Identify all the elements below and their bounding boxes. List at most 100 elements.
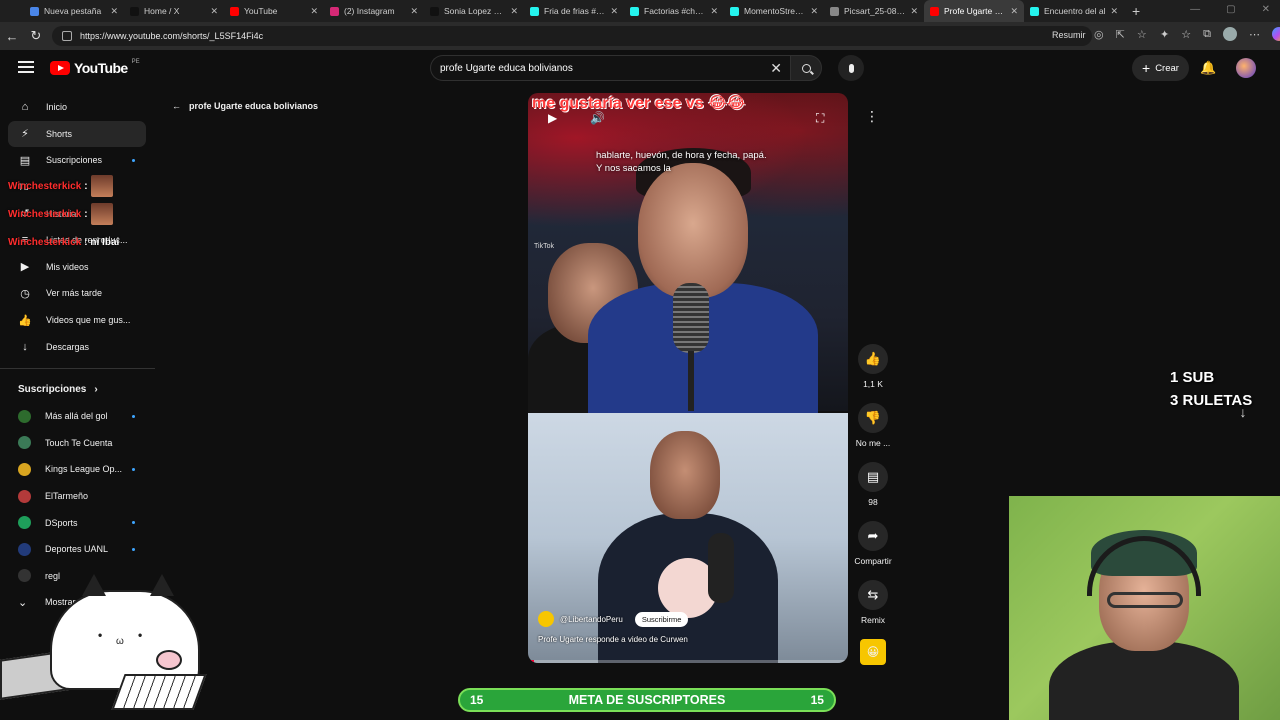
fullscreen-icon[interactable]: ⛶ xyxy=(816,111,824,126)
dislike-button[interactable]: 👎 No me ... xyxy=(848,403,898,462)
comments-button[interactable]: ▤ 98 xyxy=(848,462,898,521)
browser-tab[interactable]: Picsart_25-08-27 ✕ xyxy=(824,0,924,22)
favorite-star-icon[interactable]: ☆ xyxy=(1137,28,1147,41)
reload-icon[interactable]: ↻ xyxy=(24,28,48,44)
tab-close-icon[interactable]: ✕ xyxy=(1110,6,1118,17)
comments-icon: ▤ xyxy=(858,462,888,492)
browser-tab[interactable]: YouTube ✕ xyxy=(224,0,324,22)
back-link[interactable]: ← profe Ugarte educa bolivianos xyxy=(172,101,318,111)
new-content-dot xyxy=(132,521,135,525)
search-input[interactable]: profe Ugarte educa bolivianos ✕ xyxy=(430,55,790,81)
video-progress-bar[interactable] xyxy=(528,660,848,663)
browser-tab[interactable]: Encuentro del al ✕ xyxy=(1024,0,1124,22)
sidebar-item[interactable]: ▶ Mis videos xyxy=(0,254,155,281)
browser-tab[interactable]: (2) Instagram ✕ xyxy=(324,0,424,22)
my-videos-icon: ▶ xyxy=(20,261,30,274)
remix-button[interactable]: ⇆ Remix xyxy=(848,580,898,639)
tab-close-icon[interactable]: ✕ xyxy=(610,6,618,17)
summarize-button[interactable]: Resumir xyxy=(1052,30,1086,40)
tab-label: MomentoStream xyxy=(744,6,806,16)
browser-tab[interactable]: MomentoStream ✕ xyxy=(724,0,824,22)
tab-close-icon[interactable]: ✕ xyxy=(210,6,218,17)
more-options-icon[interactable]: ⋮ xyxy=(862,108,882,128)
share-button[interactable]: ➦ Compartir xyxy=(848,521,898,580)
tab-label: Encuentro del al xyxy=(1044,6,1106,16)
tab-close-icon[interactable]: ✕ xyxy=(910,6,918,17)
notifications-bell-icon[interactable]: 🔔 xyxy=(1200,60,1216,76)
tab-close-icon[interactable]: ✕ xyxy=(1010,6,1018,17)
sidebar-item[interactable]: 👍 Videos que me gus... xyxy=(0,307,155,334)
subscription-item[interactable]: Más allá del gol xyxy=(0,403,155,430)
shorts-video-player[interactable]: me gustaría ver ese vs 😂😂 hablarte, huev… xyxy=(528,93,848,663)
tab-close-icon[interactable]: ✕ xyxy=(510,6,518,17)
browser-tab[interactable]: Home / X ✕ xyxy=(124,0,224,22)
site-info-icon[interactable] xyxy=(62,31,72,41)
like-button[interactable]: 👍 1,1 K xyxy=(848,344,898,403)
close-window-icon[interactable]: ✕ xyxy=(1262,4,1270,15)
sidebar-item-shorts[interactable]: ⚡ Shorts xyxy=(8,120,146,148)
settings-more-icon[interactable]: ⋯ xyxy=(1249,28,1260,41)
search-button[interactable] xyxy=(790,55,822,81)
collections-icon[interactable]: ⧉ xyxy=(1203,28,1211,41)
channel-avatar[interactable] xyxy=(538,611,554,627)
tab-close-icon[interactable]: ✕ xyxy=(810,6,818,17)
copilot-icon[interactable] xyxy=(1271,27,1280,41)
subscription-item[interactable]: DSports xyxy=(0,509,155,536)
browser-tab[interactable]: Sonia Lopez on X ✕ xyxy=(424,0,524,22)
subtitle-line-1: hablarte, huevón, de hora y fecha, papá. xyxy=(596,150,767,161)
create-button[interactable]: + Crear xyxy=(1132,55,1189,81)
subscriptions-heading[interactable]: Suscripciones › xyxy=(0,377,155,403)
subscription-item[interactable]: Kings League Op... xyxy=(0,456,155,483)
browser-tab[interactable]: Factorias #chale ✕ xyxy=(624,0,724,22)
address-bar[interactable]: https://www.youtube.com/shorts/_L5SF14Fi… xyxy=(52,26,1092,46)
subscription-item[interactable]: Deportes UANL xyxy=(0,536,155,563)
tab-close-icon[interactable]: ✕ xyxy=(410,6,418,17)
sidebar-item-inicio[interactable]: ⌂ Inicio xyxy=(0,94,155,121)
copilot-summary-icon[interactable]: ◎ xyxy=(1094,28,1104,41)
minimize-icon[interactable]: — xyxy=(1190,4,1200,15)
sidebar-item[interactable]: ↓ Descargas xyxy=(0,333,155,360)
next-video-arrow-icon[interactable]: ↓ xyxy=(1234,404,1252,424)
sidebar-item[interactable]: ◷ Ver más tarde xyxy=(0,280,155,307)
browser-tab[interactable]: Nueva pestaña ✕ xyxy=(24,0,124,22)
browser-tab[interactable]: Profe Ugarte res ✕ xyxy=(924,0,1024,22)
tab-close-icon[interactable]: ✕ xyxy=(710,6,718,17)
extensions-icon[interactable]: ✦ xyxy=(1160,28,1169,41)
subscription-label: Más allá del gol xyxy=(45,411,108,422)
video-progress-fill xyxy=(528,660,535,663)
subscription-item[interactable]: Touch Te Cuenta xyxy=(0,430,155,457)
youtube-logo[interactable]: YouTube PE xyxy=(50,59,140,76)
open-in-app-icon[interactable]: ⇱ xyxy=(1116,28,1125,41)
microphone xyxy=(673,283,709,353)
channel-avatar xyxy=(18,516,31,530)
volume-icon[interactable]: 🔊 xyxy=(590,111,605,125)
favorites-icon[interactable]: ☆ xyxy=(1181,28,1191,41)
back-arrow-icon[interactable]: ← xyxy=(0,29,24,44)
like-icon: 👍 xyxy=(858,344,888,374)
person-bottom xyxy=(650,431,720,519)
chat-username: Winchesterkick xyxy=(8,236,82,248)
subscribe-button[interactable]: Suscribirme xyxy=(634,611,689,627)
person-center xyxy=(638,163,748,298)
browser-tab[interactable]: Fria de frias #chi ✕ xyxy=(524,0,624,22)
sidebar-item-suscripciones[interactable]: ▤ Suscripciones xyxy=(0,147,155,174)
tab-favicon-icon xyxy=(930,6,939,16)
subscription-item[interactable]: ElTarmeño xyxy=(0,483,155,510)
subscriber-goal-bar: 15 META DE SUSCRIPTORES 15 xyxy=(458,688,836,712)
new-tab-button[interactable]: + xyxy=(1132,3,1140,19)
maximize-icon[interactable]: ▢ xyxy=(1226,4,1235,15)
sidebar-item-label: Shorts xyxy=(46,128,73,139)
sidebar-item-label: Mis videos xyxy=(46,261,89,272)
clear-search-icon[interactable]: ✕ xyxy=(770,60,782,77)
menu-icon[interactable] xyxy=(18,61,34,73)
voice-search-button[interactable] xyxy=(838,55,864,81)
sidebar-item-label: Descargas xyxy=(46,341,90,352)
tab-close-icon[interactable]: ✕ xyxy=(310,6,318,17)
tab-close-icon[interactable]: ✕ xyxy=(110,6,118,17)
profile-avatar[interactable] xyxy=(1222,27,1237,41)
play-icon[interactable]: ▶ xyxy=(548,111,557,125)
user-avatar[interactable] xyxy=(1236,58,1256,78)
video-title[interactable]: Profe Ugarte responde a video de Curwen xyxy=(538,635,688,644)
channel-name[interactable]: @LibertandoPeru xyxy=(560,615,623,624)
channel-avatar-small[interactable]: 😀 xyxy=(860,639,886,665)
